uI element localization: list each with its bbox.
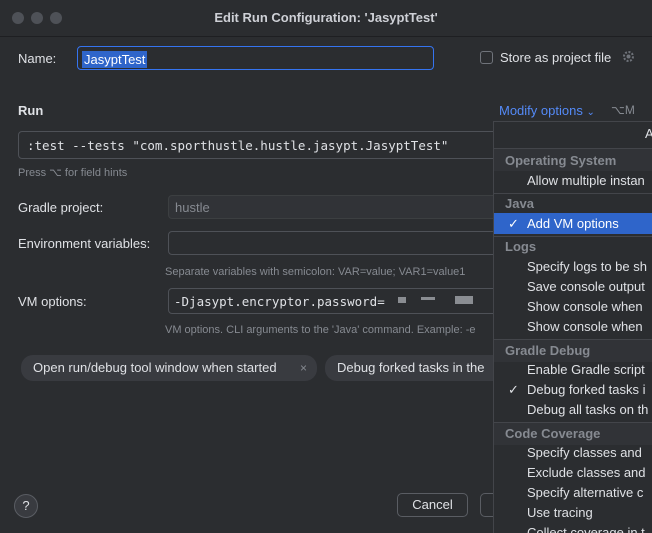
menu-item-specify-classes[interactable]: Specify classes and: [527, 445, 642, 460]
menu-item-add-vm-options[interactable]: ✓ Add VM options: [494, 213, 652, 234]
modify-options-shortcut: ⌥M: [611, 103, 635, 117]
menu-item-specify-alternative-coverage[interactable]: Specify alternative c: [527, 485, 643, 500]
debug-forked-tasks-chip[interactable]: Debug forked tasks in the: [325, 355, 505, 381]
menu-item-enable-gradle-script[interactable]: Enable Gradle script: [527, 362, 645, 377]
separator: [494, 236, 652, 237]
title-bar: Edit Run Configuration: 'JasyptTest': [0, 0, 652, 37]
window-title: Edit Run Configuration: 'JasyptTest': [214, 10, 438, 25]
cancel-button-label: Cancel: [412, 497, 453, 512]
redacted-mark: [421, 297, 435, 300]
run-section-heading: Run: [18, 103, 44, 118]
chip-label: Open run/debug tool window when started: [33, 360, 277, 375]
separator: [494, 193, 652, 194]
store-as-project-file-label: Store as project file: [500, 50, 612, 65]
menu-item-show-console-stderr[interactable]: Show console when: [527, 319, 643, 334]
vm-options-hint: VM options. CLI arguments to the 'Java' …: [165, 324, 476, 336]
check-icon: ✓: [508, 216, 519, 231]
environment-variables-field[interactable]: [168, 231, 508, 255]
menu-item-specify-logs[interactable]: Specify logs to be sh: [527, 259, 647, 274]
check-icon: ✓: [508, 382, 519, 397]
menu-item-label: Add VM options: [527, 216, 619, 231]
menu-item-exclude-classes[interactable]: Exclude classes and: [527, 465, 646, 480]
redacted-mark: [455, 296, 473, 304]
menu-item-debug-forked-tasks[interactable]: Debug forked tasks i: [527, 382, 646, 397]
menu-item-allow-multiple-instances[interactable]: Allow multiple instan: [527, 173, 645, 188]
help-icon: ?: [22, 498, 30, 513]
close-icon[interactable]: ×: [300, 355, 307, 381]
modify-options-popup: A Operating System Allow multiple instan…: [493, 121, 652, 533]
name-label: Name:: [18, 51, 57, 66]
redacted-mark: [398, 297, 406, 303]
chevron-down-icon: ⌄: [586, 107, 595, 118]
group-logs: Logs: [505, 239, 537, 254]
gradle-project-field[interactable]: hustle: [168, 195, 508, 219]
modify-options-label: Modify options: [499, 103, 583, 118]
gear-icon[interactable]: [622, 50, 635, 63]
menu-item-use-tracing[interactable]: Use tracing: [527, 505, 593, 520]
group-code-coverage: Code Coverage: [505, 426, 601, 441]
environment-variables-label: Environment variables:: [18, 236, 151, 251]
vm-options-field[interactable]: -Djasypt.encryptor.password=: [168, 288, 508, 314]
cancel-button[interactable]: Cancel: [397, 493, 468, 517]
store-as-project-file-checkbox[interactable]: [480, 51, 493, 64]
menu-item-show-console-stdout[interactable]: Show console when: [527, 299, 643, 314]
gradle-project-label: Gradle project:: [18, 200, 104, 215]
command-line-field[interactable]: :test --tests "com.sporthustle.hustle.ja…: [18, 131, 508, 159]
vm-options-label: VM options:: [18, 294, 87, 309]
environment-variables-hint: Separate variables with semicolon: VAR=v…: [165, 266, 466, 278]
popup-header: A: [645, 126, 652, 141]
name-field[interactable]: JasyptTest: [77, 46, 434, 70]
field-hint-text: Press ⌥ for field hints: [18, 167, 128, 179]
command-line-value: :test --tests "com.sporthustle.hustle.ja…: [27, 138, 449, 153]
modify-options-link[interactable]: Modify options ⌄: [499, 103, 595, 118]
name-field-value: JasyptTest: [82, 51, 148, 68]
help-button[interactable]: ?: [14, 494, 38, 518]
chip-label: Debug forked tasks in the: [337, 360, 485, 375]
vm-options-value: -Djasypt.encryptor.password=: [174, 294, 385, 309]
group-operating-system: Operating System: [505, 153, 617, 168]
group-java: Java: [505, 196, 534, 211]
menu-item-save-console-output[interactable]: Save console output: [527, 279, 645, 294]
gradle-project-value: hustle: [175, 200, 210, 215]
open-tool-window-chip[interactable]: Open run/debug tool window when started …: [21, 355, 317, 381]
menu-item-debug-all-tasks[interactable]: Debug all tasks on th: [527, 402, 648, 417]
group-gradle-debug: Gradle Debug: [505, 343, 591, 358]
